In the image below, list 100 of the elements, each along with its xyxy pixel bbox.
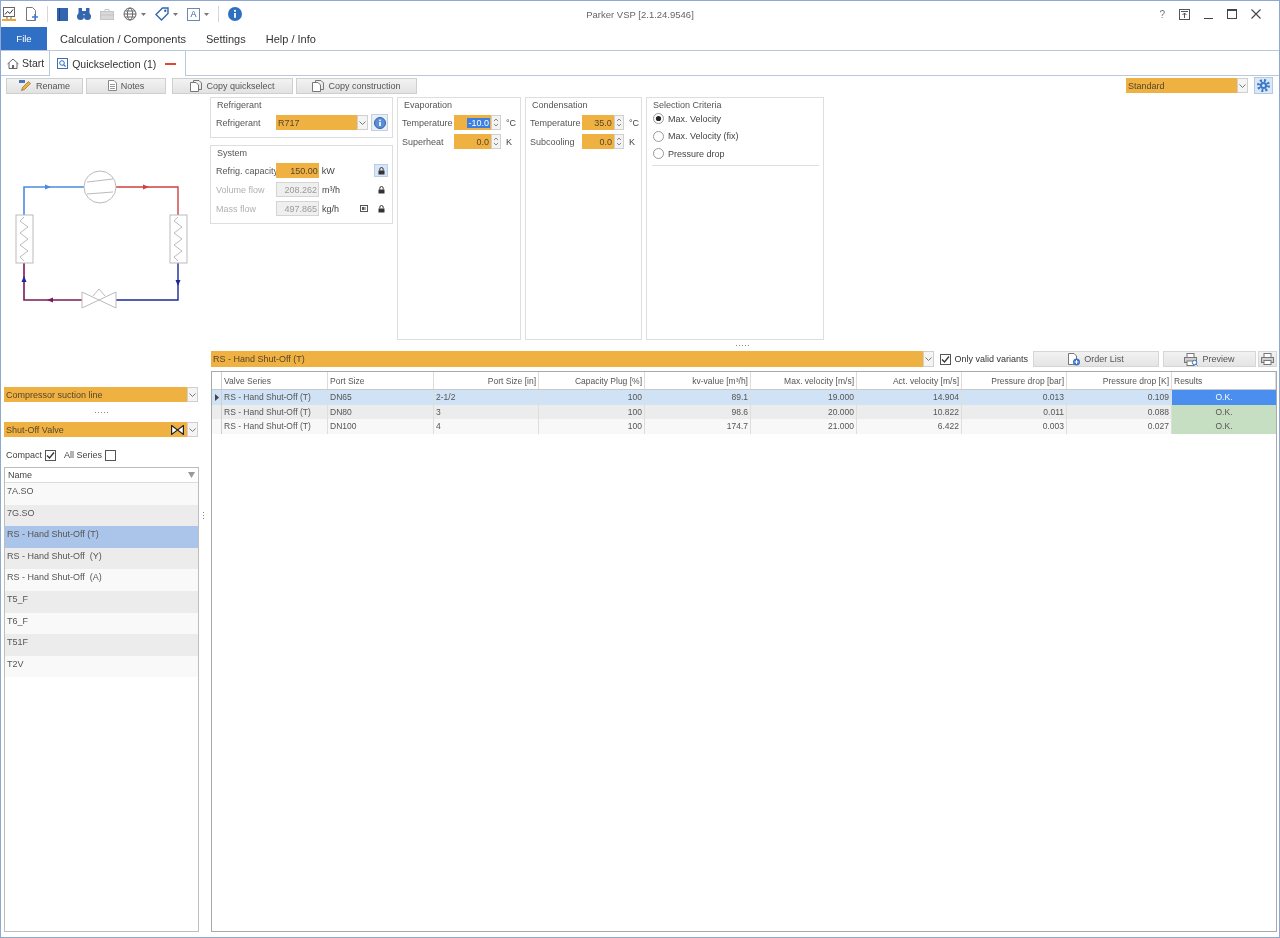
checkbox[interactable] <box>45 449 56 461</box>
column-header[interactable]: Max. velocity [m/s] <box>751 372 857 389</box>
number-field[interactable]: 0.0 <box>582 134 624 149</box>
field-label: Refrigerant <box>216 117 262 128</box>
maximize-icon[interactable] <box>1227 9 1237 19</box>
unit-label: °C <box>506 117 517 128</box>
profile-dropdown[interactable]: Standard <box>1126 78 1248 93</box>
number-field[interactable]: -10.0 <box>454 115 501 130</box>
number-field[interactable]: 0.0 <box>454 134 501 149</box>
spin-arrows-icon <box>491 115 501 130</box>
text-style-button[interactable]: A <box>187 7 200 21</box>
column-header[interactable]: Port Size <box>328 372 434 389</box>
table-row[interactable]: RS - Hand Shut-Off (T) DN65 2-1/2 100 89.1 19.000 14.904 0.013 0.109 O.K. <box>212 390 1276 405</box>
menu-item[interactable]: Help / Info <box>255 27 326 50</box>
close-icon[interactable] <box>1251 9 1261 19</box>
checkbox[interactable] <box>940 353 952 365</box>
refrigerant-dropdown[interactable]: R717 <box>276 115 368 130</box>
column-header[interactable]: Port Size [in] <box>434 372 539 389</box>
table-row[interactable]: RS - Hand Shut-Off (T) DN100 4 100 174.7 21.000 6.422 0.003 0.027 O.K. <box>212 419 1276 434</box>
menu-item[interactable]: Settings <box>195 27 256 50</box>
spin-arrows-icon <box>613 115 624 130</box>
dropdown-arrow-icon[interactable] <box>141 12 146 16</box>
checkbox[interactable] <box>105 449 117 461</box>
list-item[interactable]: T6_F <box>5 612 198 635</box>
grip-handle-icon[interactable] <box>735 344 749 346</box>
table-cell: 89.1 <box>645 390 751 405</box>
list-item[interactable]: RS - Hand Shut-Off (A) <box>5 569 198 591</box>
dropdown-arrow-icon[interactable] <box>204 12 209 16</box>
radio-button[interactable] <box>653 130 664 142</box>
unit-label: kg/h <box>322 203 341 214</box>
radio-label: Max. Velocity (fix) <box>668 131 739 141</box>
list-item[interactable]: T2V <box>5 655 198 678</box>
menu-item[interactable]: Calculation / Components <box>50 27 196 50</box>
table-cell: 174.7 <box>645 419 751 434</box>
column-header[interactable]: Capacity Plug [%] <box>539 372 645 389</box>
chart-icon[interactable] <box>2 7 16 21</box>
action-button[interactable]: Preview <box>1163 351 1256 367</box>
field-label: Mass flow <box>216 203 257 214</box>
globe-icon[interactable] <box>123 7 137 21</box>
popout-icon[interactable] <box>1179 8 1190 20</box>
checkbox-label: Compact <box>6 450 42 460</box>
column-header[interactable]: Results <box>1172 372 1276 389</box>
group-title: Evaporation <box>404 100 453 110</box>
minus-icon[interactable] <box>165 62 177 65</box>
binoculars-icon[interactable] <box>77 8 91 20</box>
table-cell: DN65 <box>328 390 434 405</box>
column-header[interactable]: kv-value [m³/h] <box>645 372 751 389</box>
book-icon[interactable] <box>57 7 68 21</box>
list-item[interactable]: RS - Hand Shut-Off (T) <box>5 526 198 548</box>
list-item[interactable]: RS - Hand Shut-Off (Y) <box>5 547 198 570</box>
list-item[interactable]: T5_F <box>5 590 198 613</box>
tag-icon[interactable] <box>155 7 169 21</box>
document-tab[interactable]: Quickselection (1) <box>49 51 187 76</box>
list-item[interactable]: T51F <box>5 634 198 656</box>
field-label: Volume flow <box>216 184 266 195</box>
toolbar-button[interactable]: Rename <box>6 77 83 94</box>
number-field[interactable]: 150.00 <box>276 163 319 178</box>
field-label: Temperature <box>402 117 454 128</box>
component-dropdown[interactable]: Shut-Off Valve <box>4 422 198 437</box>
print-button[interactable] <box>1258 351 1277 367</box>
column-header[interactable]: Valve Series <box>222 372 328 389</box>
help-button[interactable]: ? <box>1159 8 1165 20</box>
toolbar-button[interactable]: Copy quickselect <box>172 77 293 94</box>
table-cell: 0.003 <box>962 419 1067 434</box>
table-cell: 100 <box>539 390 645 405</box>
toolbar-button[interactable]: Copy construction <box>296 77 417 94</box>
list-item[interactable]: 7A.SO <box>5 483 198 505</box>
settings-button[interactable] <box>1254 77 1273 94</box>
dropdown-arrow-icon[interactable] <box>173 12 178 16</box>
pipe-line-dropdown[interactable]: Compressor suction line <box>4 387 198 402</box>
series-dropdown[interactable]: RS - Hand Shut-Off (T) <box>211 351 935 367</box>
table-cell: 19.000 <box>751 390 857 405</box>
info-icon[interactable] <box>228 7 242 21</box>
radio-label: Max. Velocity <box>668 113 722 124</box>
document-plus-icon[interactable] <box>25 7 38 21</box>
toolbar-button[interactable]: Notes <box>86 77 166 94</box>
number-field[interactable]: 35.0 <box>582 115 624 130</box>
info-icon <box>373 116 386 129</box>
document-tab[interactable]: Start <box>1 51 50 75</box>
list-item[interactable]: 7G.SO <box>5 504 198 527</box>
column-header[interactable]: Pressure drop [bar] <box>962 372 1067 389</box>
checkbox-label: All Series <box>64 450 103 460</box>
filter-icon[interactable] <box>188 472 195 478</box>
radio-button[interactable] <box>653 113 664 124</box>
group-title: Condensation <box>532 100 588 110</box>
printer-icon <box>1261 353 1274 365</box>
table-cell: RS - Hand Shut-Off (T) <box>222 419 328 434</box>
unit-label: m³/h <box>322 184 342 195</box>
column-header[interactable]: Pressure drop [K] <box>1067 372 1172 389</box>
file-menu-button[interactable]: File <box>1 27 47 50</box>
column-header[interactable]: Act. velocity [m/s] <box>857 372 962 389</box>
lock-icon <box>377 166 385 175</box>
grip-handle-icon[interactable] <box>95 411 108 413</box>
table-cell: 2-1/2 <box>434 390 539 405</box>
group-title: System <box>217 148 247 158</box>
lock-button[interactable] <box>374 164 388 177</box>
info-button[interactable] <box>371 114 388 131</box>
field-label: Superheat <box>402 136 445 147</box>
action-button[interactable]: Order List <box>1033 351 1159 367</box>
radio-button[interactable] <box>653 148 664 159</box>
